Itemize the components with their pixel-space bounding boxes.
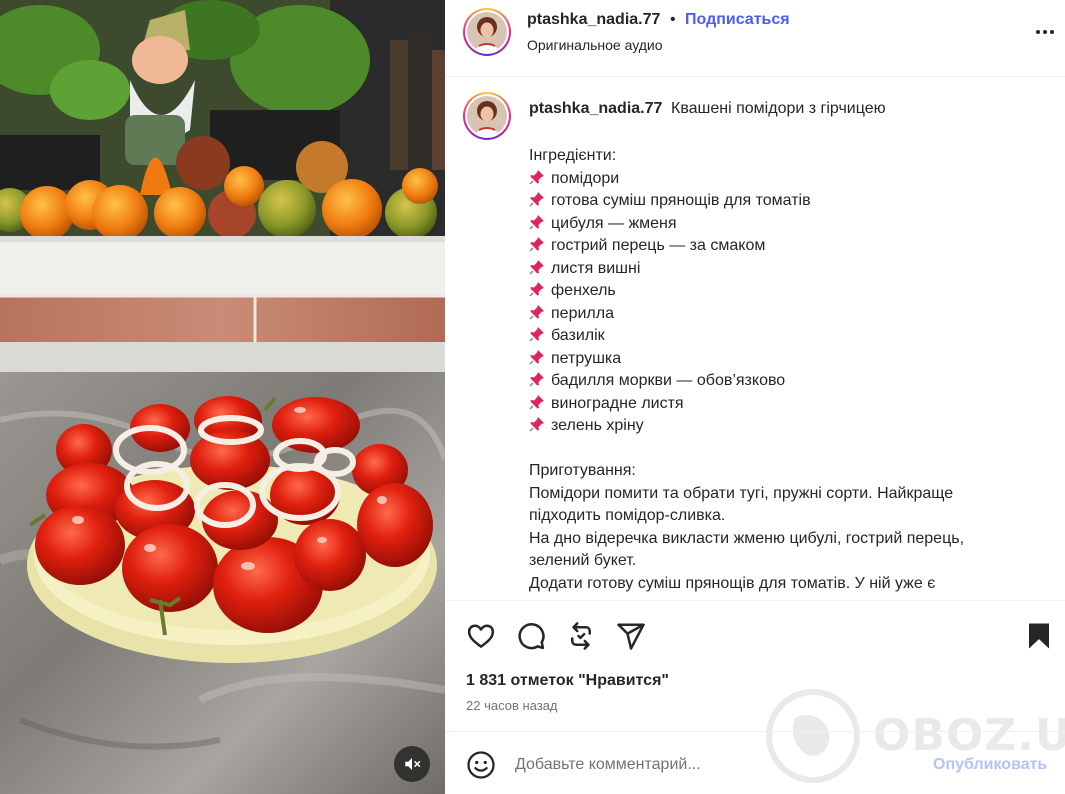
comment-button[interactable] (516, 621, 546, 651)
ingredient-text: цибуля — жменя (551, 214, 677, 232)
post-media[interactable] (0, 0, 445, 794)
likes-count[interactable]: 1 831 отметок "Нравится" (466, 672, 669, 690)
preparation-line: Помідори помити та обрати тугі, пружні с… (529, 484, 954, 502)
avatar[interactable] (463, 8, 511, 56)
header-separator: • (670, 11, 676, 28)
ingredient-text: бадилля моркви — обов’язково (551, 372, 786, 389)
caption-title: Квашені помідори з гірчицею (671, 100, 886, 117)
ingredients-heading: Інгредієнти: (529, 147, 617, 164)
ingredient-item: петрушка (529, 348, 1029, 371)
pushpin-icon (529, 326, 551, 350)
caption-area: ptashka_nadia.77 Квашені помідори з гірч… (445, 78, 1065, 600)
pushpin-icon (529, 304, 551, 328)
ingredient-item: бадилля моркви — обов’язково (529, 370, 1029, 393)
save-button[interactable] (1024, 621, 1054, 651)
preparation-text: Помідори помити та обрати тугі, пружні с… (529, 483, 1029, 596)
ingredient-list: помідори готова суміш прянощів для томаті… (529, 168, 1029, 438)
pushpin-icon (529, 416, 551, 440)
ingredient-text: зелень хріну (551, 417, 644, 434)
ingredient-text: перилла (551, 304, 614, 322)
ingredient-text: базилік (551, 327, 605, 344)
pushpin-icon (529, 191, 551, 215)
more-options-button[interactable] (1033, 20, 1057, 44)
preparation-line: зелений букет. (529, 552, 637, 569)
mute-button[interactable] (394, 746, 430, 782)
like-button[interactable] (466, 621, 496, 651)
ingredient-item: гострий перець — за смаком (529, 235, 1029, 258)
audio-link[interactable]: Оригинальное аудио (527, 37, 663, 53)
speaker-muted-icon (405, 758, 421, 770)
heart-icon (467, 624, 495, 648)
caption-text: Інгредієнти: помідори готова суміш прянощ… (529, 145, 1029, 595)
pushpin-icon (529, 214, 551, 238)
repost-button[interactable] (566, 621, 596, 651)
preparation-heading: Приготування: (529, 462, 636, 479)
emoji-button[interactable] (466, 750, 496, 780)
ingredient-item: цибуля — жменя (529, 213, 1029, 236)
pushpin-icon (529, 281, 551, 305)
ingredient-text: помідори (551, 169, 620, 187)
caption-avatar[interactable] (463, 92, 511, 140)
post-actions: 1 831 отметок "Нравится" 22 часов назад (445, 600, 1065, 730)
share-button[interactable] (616, 621, 646, 651)
emoji-icon (467, 751, 495, 779)
post-header: ptashka_nadia.77 • Подписаться Оригиналь… (445, 0, 1065, 77)
ingredient-item: готова суміш прянощів для томатів (529, 190, 1029, 213)
ingredient-item: базилік (529, 325, 1029, 348)
header-username[interactable]: ptashka_nadia.77 (527, 11, 660, 29)
follow-button[interactable]: Подписаться (685, 11, 790, 29)
pushpin-icon (529, 259, 551, 283)
pushpin-icon (529, 371, 551, 395)
comment-bar: Опубликовать (445, 731, 1065, 794)
ingredient-text: листя вишні (551, 259, 641, 277)
ingredient-text: готова суміш прянощів для томатів (551, 192, 811, 209)
ingredient-text: фенхель (551, 282, 616, 299)
ingredient-item: виноградне листя (529, 393, 1029, 416)
ingredient-text: гострий перець — за смаком (551, 237, 766, 254)
ingredient-item: перилла (529, 303, 1029, 326)
caption-username[interactable]: ptashka_nadia.77 (529, 100, 662, 118)
preparation-line: підходить помідор-сливка. (529, 507, 726, 524)
pushpin-icon (529, 236, 551, 260)
more-horizontal-icon (1036, 30, 1054, 34)
ingredient-item: зелень хріну (529, 415, 1029, 438)
avatar-photo (467, 12, 507, 52)
send-icon (617, 623, 645, 650)
repost-icon (571, 622, 591, 650)
ingredient-text: виноградне листя (551, 394, 684, 412)
ingredient-text: петрушка (551, 349, 622, 367)
post-panel: ptashka_nadia.77 • Подписаться Оригиналь… (445, 0, 1065, 794)
bookmark-icon (1029, 623, 1049, 649)
ingredient-item: фенхель (529, 280, 1029, 303)
preparation-line: На дно відеречка викласти жменю цибулі, … (529, 529, 965, 547)
comment-input[interactable] (515, 752, 915, 778)
comment-icon (518, 623, 545, 650)
preparation-line: Додати готову суміш прянощів для томатів… (529, 574, 936, 592)
post-timestamp[interactable]: 22 часов назад (466, 698, 558, 713)
avatar-photo (467, 96, 507, 136)
pushpin-icon (529, 394, 551, 418)
ingredient-item: листя вишні (529, 258, 1029, 281)
pushpin-icon (529, 169, 551, 193)
publish-button[interactable]: Опубликовать (933, 756, 1047, 774)
pushpin-icon (529, 349, 551, 373)
tomato-photo (0, 0, 445, 794)
ingredient-item: помідори (529, 168, 1029, 191)
